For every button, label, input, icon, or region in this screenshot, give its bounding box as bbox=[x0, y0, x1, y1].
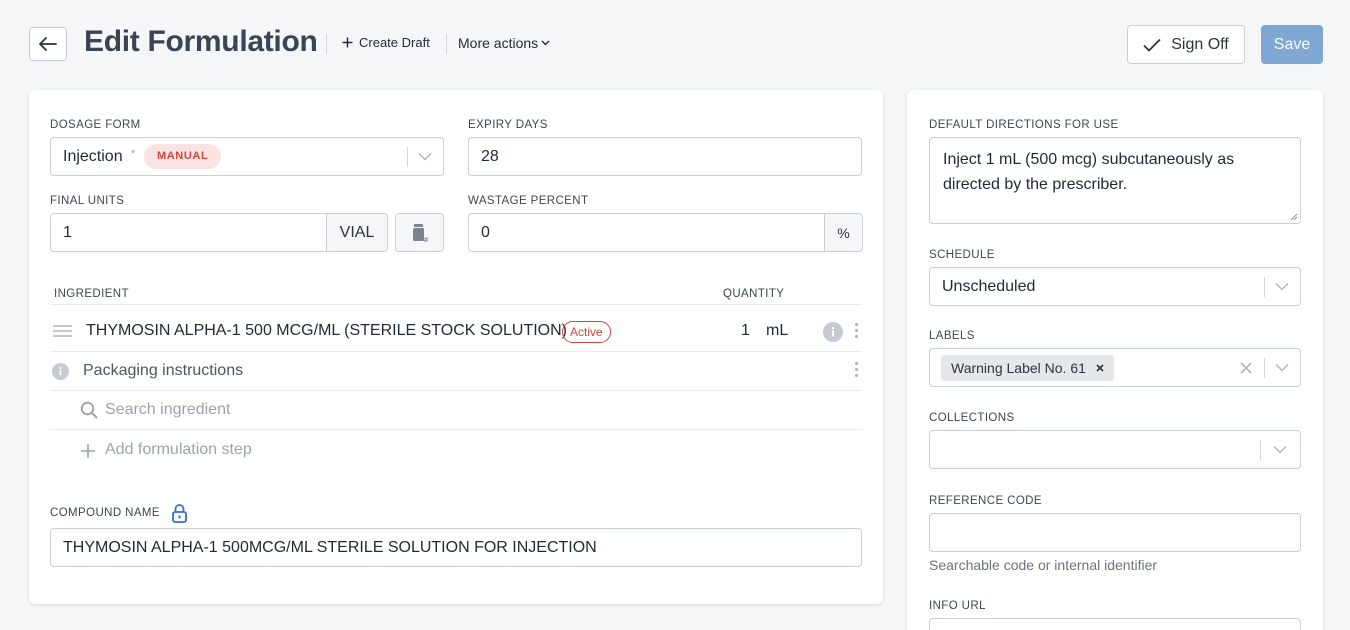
ingredient-quantity[interactable]: 1 bbox=[741, 322, 750, 340]
svg-text:#: # bbox=[423, 236, 429, 243]
select-separator bbox=[1260, 440, 1261, 460]
dosage-form-value: Injection bbox=[63, 148, 123, 165]
required-marker: * bbox=[131, 148, 136, 160]
select-separator bbox=[407, 147, 408, 167]
more-actions-button[interactable]: More actions bbox=[458, 35, 550, 51]
wastage-percent-input[interactable]: 0 % bbox=[468, 213, 863, 252]
clear-icon[interactable] bbox=[1240, 362, 1252, 374]
reference-code-label: REFERENCE CODE bbox=[929, 495, 1042, 507]
final-units-label: FINAL UNITS bbox=[50, 195, 125, 207]
back-button[interactable] bbox=[29, 27, 67, 61]
sign-off-button[interactable]: Sign Off bbox=[1127, 25, 1245, 64]
expiry-days-value: 28 bbox=[481, 148, 499, 165]
label-tag-text: Warning Label No. 61 bbox=[951, 360, 1086, 376]
labels-label: LABELS bbox=[929, 330, 975, 342]
reference-code-input[interactable] bbox=[929, 513, 1301, 552]
page-header: Edit Formulation Create Draft More actio… bbox=[0, 0, 1350, 90]
expiry-days-label: EXPIRY DAYS bbox=[468, 119, 548, 131]
schedule-value: Unscheduled bbox=[942, 278, 1036, 295]
more-actions-label: More actions bbox=[458, 35, 539, 51]
info-icon[interactable] bbox=[823, 322, 843, 342]
labels-multiselect[interactable]: Warning Label No. 61 bbox=[929, 348, 1301, 387]
row-divider bbox=[50, 429, 862, 430]
compound-name-label: COMPOUND NAME bbox=[50, 507, 160, 519]
check-icon bbox=[1143, 38, 1161, 52]
add-formulation-step-label: Add formulation step bbox=[105, 441, 252, 458]
create-draft-label: Create Draft bbox=[359, 35, 430, 50]
expiry-days-input[interactable]: 28 bbox=[468, 137, 862, 176]
schedule-select[interactable]: Unscheduled bbox=[929, 267, 1301, 306]
final-units-input[interactable]: 1 VIAL bbox=[50, 213, 388, 252]
dosage-form-label: DOSAGE FORM bbox=[50, 119, 141, 131]
ingredient-name[interactable]: THYMOSIN ALPHA-1 500 MCG/ML (STERILE STO… bbox=[86, 322, 567, 340]
header-divider bbox=[326, 34, 327, 54]
chevron-down-icon[interactable] bbox=[1273, 445, 1287, 454]
label-tag: Warning Label No. 61 bbox=[941, 355, 1114, 381]
row-divider bbox=[50, 351, 862, 352]
arrow-left-icon bbox=[39, 37, 57, 51]
info-url-input[interactable] bbox=[929, 618, 1301, 630]
directions-label: DEFAULT DIRECTIONS FOR USE bbox=[929, 119, 1119, 131]
info-icon bbox=[52, 363, 69, 380]
kebab-icon[interactable] bbox=[855, 323, 859, 341]
search-ingredient-input[interactable]: Search ingredient bbox=[105, 401, 230, 419]
create-draft-button[interactable]: Create Draft bbox=[342, 35, 430, 50]
lock-icon[interactable] bbox=[172, 504, 187, 523]
sign-off-label: Sign Off bbox=[1171, 35, 1229, 53]
plus-icon bbox=[342, 37, 353, 48]
wastage-percent-value: 0 bbox=[481, 224, 490, 241]
schedule-label: SCHEDULE bbox=[929, 249, 995, 261]
manual-badge: MANUAL bbox=[144, 144, 222, 169]
vial-calc-button[interactable]: # bbox=[395, 213, 444, 252]
vial-calc-icon: # bbox=[412, 223, 429, 243]
row-divider bbox=[50, 390, 862, 391]
header-divider bbox=[446, 34, 447, 54]
collections-select[interactable] bbox=[929, 430, 1301, 469]
dosage-form-select[interactable]: Injection * MANUAL bbox=[50, 137, 444, 176]
chevron-down-icon[interactable] bbox=[1275, 363, 1289, 372]
page-title: Edit Formulation bbox=[84, 25, 318, 58]
wastage-percent-unit: % bbox=[824, 213, 863, 252]
reference-code-help: Searchable code or internal identifier bbox=[929, 557, 1158, 573]
compound-name-value: THYMOSIN ALPHA-1 500MCG/ML STERILE SOLUT… bbox=[63, 539, 597, 556]
ingredient-column-header: INGREDIENT bbox=[54, 288, 129, 300]
quantity-column-header: QUANTITY bbox=[723, 288, 785, 300]
compound-name-input[interactable]: THYMOSIN ALPHA-1 500MCG/ML STERILE SOLUT… bbox=[50, 528, 862, 567]
chevron-down-icon bbox=[541, 40, 550, 46]
info-url-label: INFO URL bbox=[929, 600, 986, 612]
packaging-instructions[interactable]: Packaging instructions bbox=[83, 362, 243, 380]
row-divider bbox=[50, 304, 862, 305]
status-badge: Active bbox=[562, 321, 611, 343]
wastage-percent-label: WASTAGE PERCENT bbox=[468, 195, 589, 207]
final-units-unit: VIAL bbox=[326, 213, 388, 252]
resize-handle-icon[interactable] bbox=[1289, 212, 1298, 221]
search-icon bbox=[80, 401, 98, 419]
chevron-down-icon[interactable] bbox=[1275, 282, 1289, 291]
chevron-down-icon[interactable] bbox=[418, 152, 432, 161]
select-separator bbox=[1264, 277, 1265, 297]
ingredient-unit: mL bbox=[766, 322, 789, 339]
plus-icon bbox=[81, 444, 95, 458]
collections-label: COLLECTIONS bbox=[929, 412, 1015, 424]
kebab-icon[interactable] bbox=[855, 362, 859, 380]
save-button[interactable]: Save bbox=[1261, 25, 1323, 64]
directions-value: Inject 1 mL (500 mcg) subcutaneously as … bbox=[943, 151, 1235, 193]
select-separator bbox=[1264, 358, 1265, 378]
directions-textarea[interactable]: Inject 1 mL (500 mcg) subcutaneously as … bbox=[929, 137, 1301, 224]
final-units-value: 1 bbox=[63, 224, 72, 241]
drag-handle-icon[interactable] bbox=[53, 325, 72, 337]
remove-tag-icon[interactable] bbox=[1096, 364, 1104, 372]
